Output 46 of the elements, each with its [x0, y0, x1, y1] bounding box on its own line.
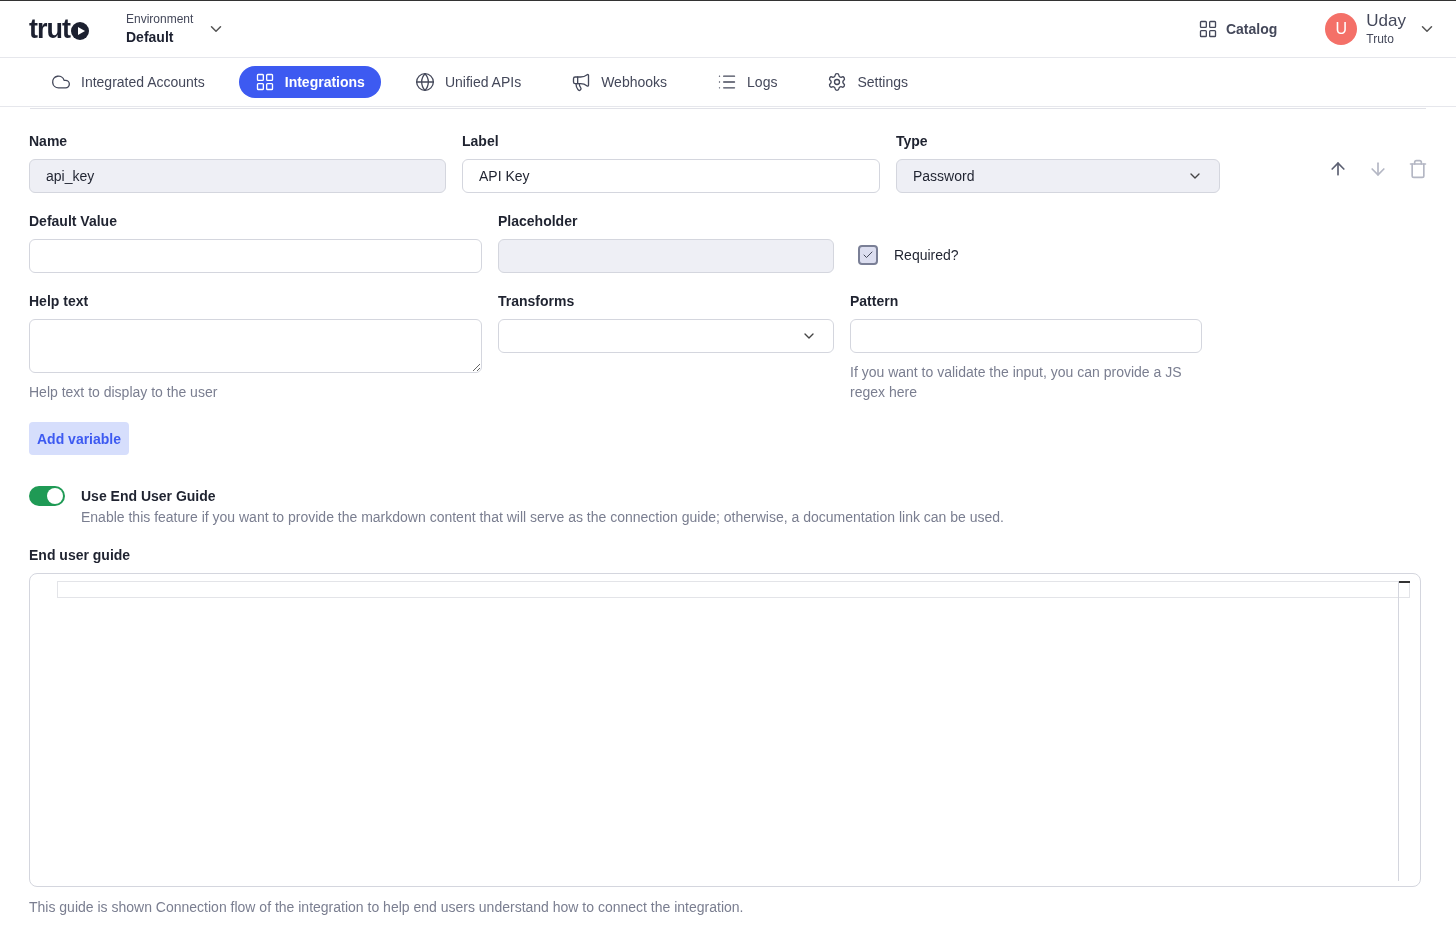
nav-tab[interactable]: Unified APIs: [398, 66, 538, 98]
pattern-hint: If you want to validate the input, you can provide a JS regex here: [850, 363, 1183, 402]
check-icon: [862, 249, 874, 261]
text-field[interactable]: API Key: [462, 159, 880, 193]
nav-tab[interactable]: Webhooks: [555, 66, 684, 98]
nav-tab[interactable]: Integrated Accounts: [35, 66, 221, 98]
nav-tab[interactable]: Logs: [701, 66, 794, 98]
toggle-label: Use End User Guide: [81, 487, 217, 506]
field-label: End user guide: [29, 546, 132, 565]
toggle-switch[interactable]: [29, 486, 65, 506]
field-label: Pattern: [850, 292, 900, 311]
catalog-button[interactable]: Catalog: [1197, 19, 1278, 39]
logo-text: trut: [29, 15, 70, 43]
help-text-field[interactable]: [29, 319, 482, 373]
field-label: Type: [896, 132, 929, 151]
checkbox[interactable]: [858, 245, 878, 265]
text-field[interactable]: [850, 319, 1202, 353]
guide-hint: This guide is shown Connection flow of the integration to help end users understand how to connect the integration.: [29, 898, 745, 917]
type-select[interactable]: Password: [896, 159, 1220, 193]
logo-icon: [70, 20, 90, 41]
add-variable-button[interactable]: Add variable: [29, 422, 130, 455]
field-label: Placeholder: [498, 212, 579, 231]
megaphone-icon: [571, 72, 592, 92]
field-label: Default Value: [29, 212, 118, 231]
nav-tab[interactable]: Integrations: [238, 66, 381, 98]
trash-icon[interactable]: [1408, 159, 1428, 179]
field-label: Name: [29, 132, 69, 151]
field-label: Transforms: [498, 292, 576, 311]
field-label: Help text: [29, 292, 90, 311]
cloud-icon: [51, 72, 71, 92]
checkbox-label: Required?: [894, 246, 959, 265]
markdown-editor[interactable]: [29, 573, 1421, 887]
environment-value: Default: [126, 28, 175, 47]
globe-icon: [414, 72, 435, 92]
help-hint: Help text to display to the user: [29, 383, 219, 402]
grid-icon: [254, 72, 275, 92]
toggle-description: Enable this feature if you want to provide the markdown content that will serve as the connection guide; otherwise, a documentation link can be used.: [81, 508, 1004, 527]
user-name: Uday: [1366, 11, 1406, 29]
field-label: Label: [462, 132, 500, 151]
nav-tab[interactable]: Settings: [811, 66, 924, 98]
settings-icon: [827, 72, 848, 92]
grid-icon: [1197, 19, 1218, 39]
transforms-select[interactable]: [498, 319, 834, 353]
environment-label: Environment: [126, 11, 194, 27]
text-field[interactable]: [29, 239, 482, 273]
user-org: Truto: [1366, 30, 1395, 47]
